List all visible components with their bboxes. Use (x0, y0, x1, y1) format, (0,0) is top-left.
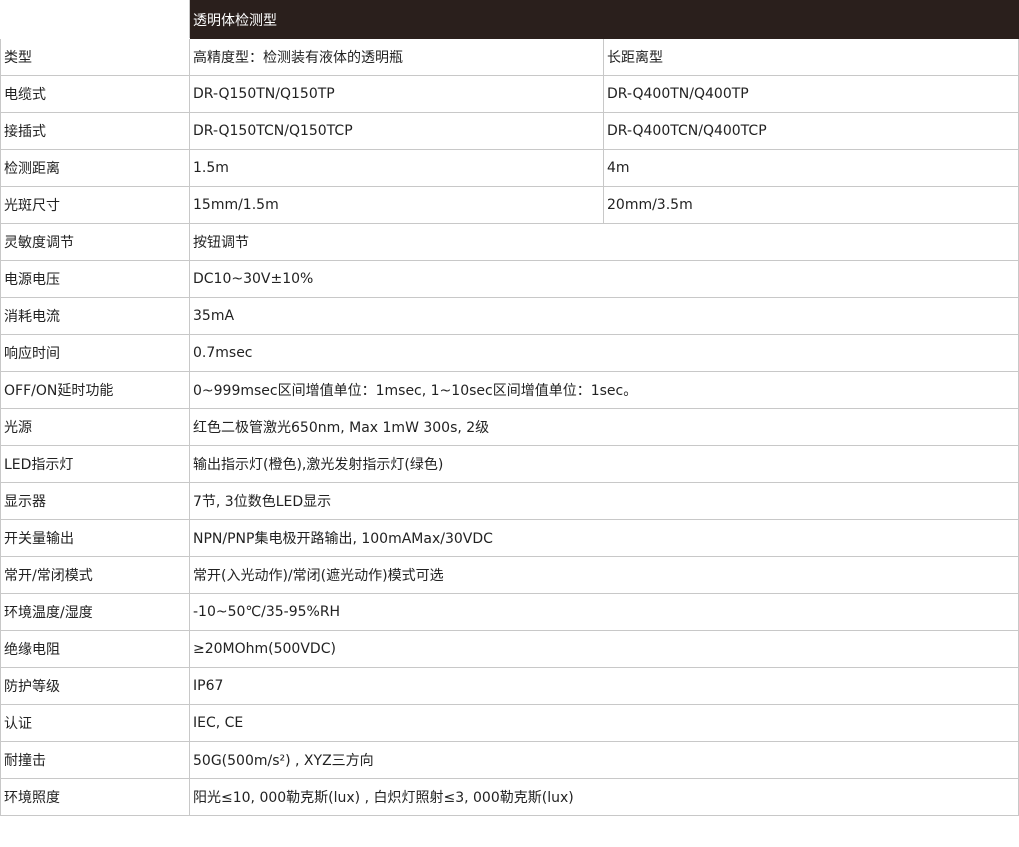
row-value: DC10~30V±10% (189, 260, 1019, 298)
table-row: 防护等级 IP67 (0, 667, 1019, 705)
row-value: IP67 (189, 667, 1019, 705)
row-label: 耐撞击 (0, 741, 190, 779)
row-label: 常开/常闭模式 (0, 556, 190, 594)
table-row: 耐撞击 50G(500m/s²) , XYZ三方向 (0, 741, 1019, 779)
row-value: 50G(500m/s²) , XYZ三方向 (189, 741, 1019, 779)
spec-table: 透明体检测型 类型 高精度型：检测装有液体的透明瓶 长距离型 电缆式 DR-Q1… (0, 0, 1019, 816)
table-row: 类型 高精度型：检测装有液体的透明瓶 长距离型 (0, 38, 1019, 76)
table-row: 开关量输出 NPN/PNP集电极开路输出, 100mAMax/30VDC (0, 519, 1019, 557)
table-row: 认证 IEC, CE (0, 704, 1019, 742)
row-label: 接插式 (0, 112, 190, 150)
cell-model-b: 4m (603, 149, 1019, 187)
row-label: 显示器 (0, 482, 190, 520)
row-value: 红色二极管激光650nm, Max 1mW 300s, 2级 (189, 408, 1019, 446)
row-label: 绝缘电阻 (0, 630, 190, 668)
cell-model-a: 1.5m (189, 149, 604, 187)
row-label: 响应时间 (0, 334, 190, 372)
row-value: 输出指示灯(橙色),激光发射指示灯(绿色) (189, 445, 1019, 483)
row-value: 7节, 3位数色LED显示 (189, 482, 1019, 520)
cell-model-b: 长距离型 (603, 38, 1019, 76)
table-row: 接插式 DR-Q150TCN/Q150TCP DR-Q400TCN/Q400TC… (0, 112, 1019, 150)
table-row: 光源 红色二极管激光650nm, Max 1mW 300s, 2级 (0, 408, 1019, 446)
cell-model-a: 15mm/1.5m (189, 186, 604, 224)
row-label: 认证 (0, 704, 190, 742)
table-row: 环境照度 阳光≤10, 000勒克斯(lux) , 白炽灯照射≤3, 000勒克… (0, 778, 1019, 816)
row-label: 开关量输出 (0, 519, 190, 557)
table-row: 显示器 7节, 3位数色LED显示 (0, 482, 1019, 520)
row-value: 按钮调节 (189, 223, 1019, 261)
row-value: 阳光≤10, 000勒克斯(lux) , 白炽灯照射≤3, 000勒克斯(lux… (189, 778, 1019, 816)
table-row: 检测距离 1.5m 4m (0, 149, 1019, 187)
cell-model-b: DR-Q400TCN/Q400TCP (603, 112, 1019, 150)
row-label: 电源电压 (0, 260, 190, 298)
row-label: 电缆式 (0, 75, 190, 113)
row-label: 光源 (0, 408, 190, 446)
table-row: 光斑尺寸 15mm/1.5m 20mm/3.5m (0, 186, 1019, 224)
table-row: 环境温度/湿度 -10~50℃/35-95%RH (0, 593, 1019, 631)
table-row: 电缆式 DR-Q150TN/Q150TP DR-Q400TN/Q400TP (0, 75, 1019, 113)
table-row: 绝缘电阻 ≥20MOhm(500VDC) (0, 630, 1019, 668)
row-label: 环境照度 (0, 778, 190, 816)
table-header-row: 透明体检测型 (0, 0, 1019, 39)
table-title: 透明体检测型 (189, 0, 1019, 39)
table-row: 消耗电流 35mA (0, 297, 1019, 335)
row-label: 环境温度/湿度 (0, 593, 190, 631)
cell-model-b: 20mm/3.5m (603, 186, 1019, 224)
row-label: 灵敏度调节 (0, 223, 190, 261)
cell-model-a: DR-Q150TN/Q150TP (189, 75, 604, 113)
row-label: 光斑尺寸 (0, 186, 190, 224)
table-row: 响应时间 0.7msec (0, 334, 1019, 372)
row-value: 35mA (189, 297, 1019, 335)
table-row: 灵敏度调节 按钮调节 (0, 223, 1019, 261)
row-value: 常开(入光动作)/常闭(遮光动作)模式可选 (189, 556, 1019, 594)
row-label: 类型 (0, 38, 190, 76)
table-row: LED指示灯 输出指示灯(橙色),激光发射指示灯(绿色) (0, 445, 1019, 483)
cell-model-a: 高精度型：检测装有液体的透明瓶 (189, 38, 604, 76)
row-label: LED指示灯 (0, 445, 190, 483)
row-value: ≥20MOhm(500VDC) (189, 630, 1019, 668)
cell-model-b: DR-Q400TN/Q400TP (603, 75, 1019, 113)
row-value: IEC, CE (189, 704, 1019, 742)
table-row: 电源电压 DC10~30V±10% (0, 260, 1019, 298)
cell-model-a: DR-Q150TCN/Q150TCP (189, 112, 604, 150)
row-label: 防护等级 (0, 667, 190, 705)
row-label: 检测距离 (0, 149, 190, 187)
table-row: OFF/ON延时功能 0~999msec区间增值单位：1msec, 1~10se… (0, 371, 1019, 409)
row-value: NPN/PNP集电极开路输出, 100mAMax/30VDC (189, 519, 1019, 557)
row-label: 消耗电流 (0, 297, 190, 335)
row-value: -10~50℃/35-95%RH (189, 593, 1019, 631)
header-label-cell (0, 0, 190, 39)
row-value: 0.7msec (189, 334, 1019, 372)
row-label: OFF/ON延时功能 (0, 371, 190, 409)
row-value: 0~999msec区间增值单位：1msec, 1~10sec区间增值单位：1se… (189, 371, 1019, 409)
table-row: 常开/常闭模式 常开(入光动作)/常闭(遮光动作)模式可选 (0, 556, 1019, 594)
